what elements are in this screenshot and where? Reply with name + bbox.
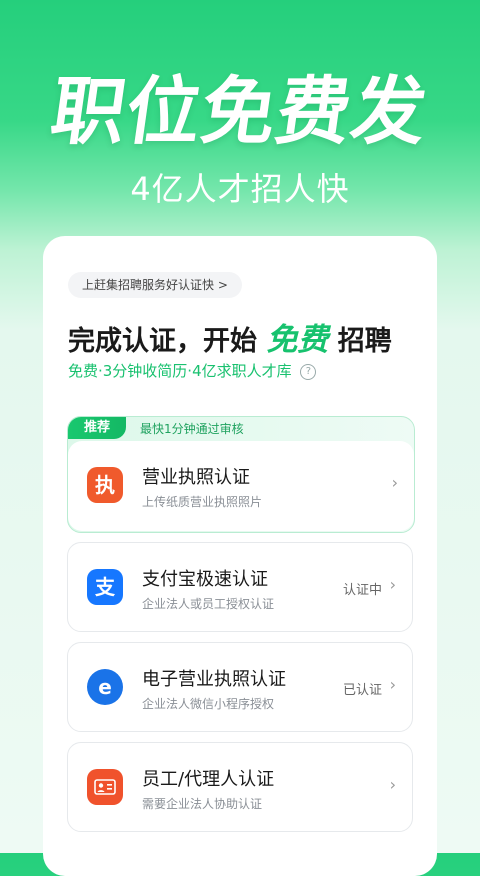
verification-card: 上赶集招聘服务好认证快 > 完成认证，开始 免费 招聘 免费·3分钟收简历·4亿… bbox=[43, 236, 437, 876]
option-business-license[interactable]: 执 营业执照认证 上传纸质营业执照照片 › bbox=[68, 441, 414, 531]
recommend-badge: 推荐 bbox=[68, 417, 126, 439]
headline-highlight: 免费 bbox=[266, 322, 329, 358]
option-employee-agent[interactable]: 员工/代理人认证 需要企业法人协助认证 › bbox=[67, 742, 413, 832]
option-title: 电子营业执照认证 bbox=[142, 669, 286, 690]
chevron-right-icon: › bbox=[391, 473, 398, 492]
option-desc: 需要企业法人协助认证 bbox=[142, 797, 263, 811]
page-headline: 完成认证，开始 免费 招聘 bbox=[68, 314, 392, 359]
option-title: 支付宝极速认证 bbox=[142, 569, 268, 590]
benefit-text: 免费·3分钟收简历·4亿求职人才库 bbox=[68, 362, 292, 380]
headline-post: 招聘 bbox=[328, 326, 392, 357]
recommended-section: 推荐 最快1分钟通过审核 执 营业执照认证 上传纸质营业执照照片 › bbox=[67, 416, 415, 533]
status-text: 已认证 bbox=[342, 683, 382, 698]
hero-subtitle: 4亿人才招人快 bbox=[130, 170, 350, 208]
business-license-icon: 执 bbox=[87, 467, 123, 503]
chevron-right-icon: › bbox=[389, 775, 396, 794]
help-icon[interactable]: ? bbox=[300, 363, 317, 380]
e-license-icon: e bbox=[87, 669, 123, 705]
option-desc: 企业法人或员工授权认证 bbox=[142, 597, 275, 611]
status-text: 认证中 bbox=[342, 583, 382, 598]
option-e-license[interactable]: e 电子营业执照认证 企业法人微信小程序授权 已认证 › bbox=[67, 642, 413, 732]
option-title: 员工/代理人认证 bbox=[142, 769, 275, 790]
chevron-right-icon: › bbox=[389, 675, 396, 694]
id-card-icon bbox=[87, 769, 123, 805]
option-alipay[interactable]: 支 支付宝极速认证 企业法人或员工授权认证 认证中 › bbox=[67, 542, 413, 632]
recommend-text: 最快1分钟通过审核 bbox=[140, 422, 244, 436]
benefit-line: 免费·3分钟收简历·4亿求职人才库 ? bbox=[68, 360, 317, 381]
option-title: 营业执照认证 bbox=[142, 467, 250, 488]
alipay-icon: 支 bbox=[87, 569, 123, 605]
chevron-right-icon: › bbox=[389, 575, 396, 594]
headline-pre: 完成认证，开始 bbox=[68, 326, 267, 357]
hero-title: 职位免费发 bbox=[45, 69, 433, 155]
service-pill[interactable]: 上赶集招聘服务好认证快 > bbox=[68, 272, 242, 298]
option-desc: 上传纸质营业执照照片 bbox=[142, 495, 263, 509]
option-desc: 企业法人微信小程序授权 bbox=[142, 697, 275, 711]
